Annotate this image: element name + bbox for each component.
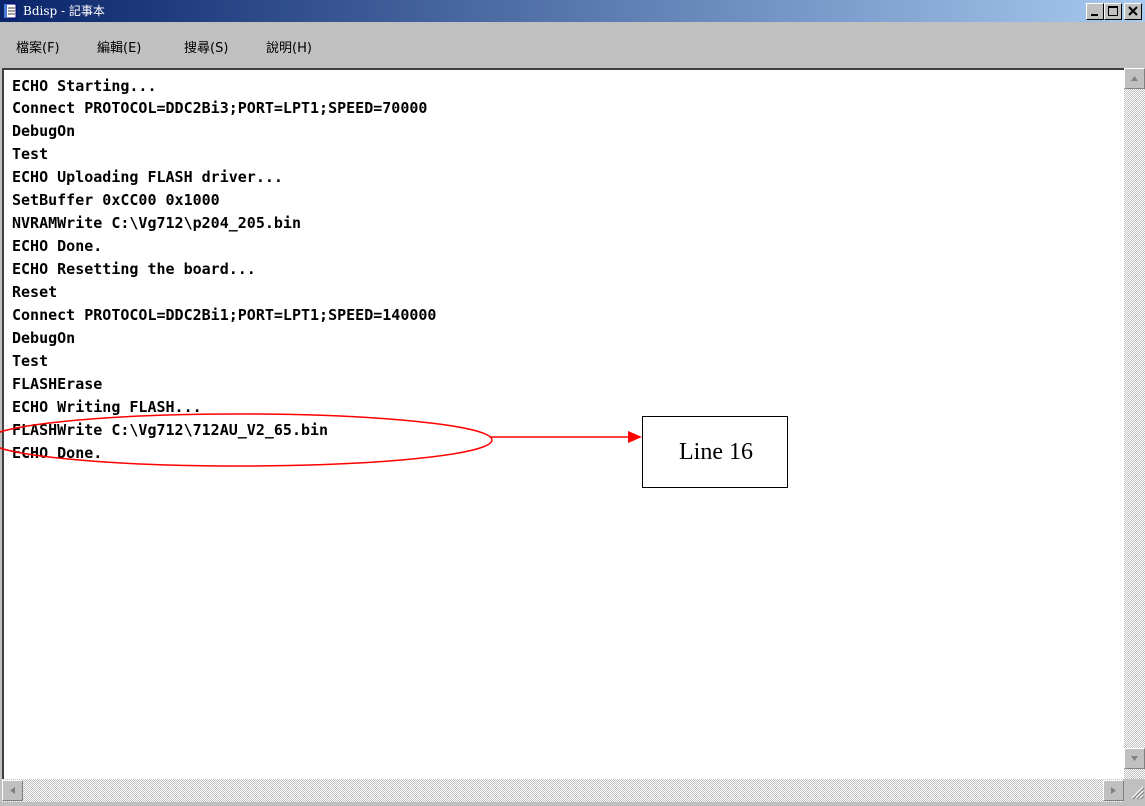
text-line: Connect PROTOCOL=DDC2Bi1;PORT=LPT1;SPEED…	[12, 306, 437, 324]
text-line: DebugOn	[12, 329, 76, 347]
text-line: Test	[12, 352, 49, 370]
scroll-right-button[interactable]	[1103, 780, 1124, 801]
text-line: ECHO Done.	[12, 444, 103, 462]
text-line: Reset	[12, 283, 58, 301]
arrow-right-icon	[1111, 787, 1116, 794]
close-button[interactable]	[1124, 3, 1142, 20]
title-bar[interactable]: Bdisp - 記事本	[0, 0, 1145, 22]
notepad-icon	[4, 3, 17, 19]
minimize-icon	[1091, 14, 1098, 16]
menu-search[interactable]: 搜尋(S)	[184, 40, 228, 58]
close-icon	[1128, 6, 1138, 16]
text-line: ECHO Writing FLASH...	[12, 398, 202, 416]
scroll-up-button[interactable]	[1124, 68, 1145, 89]
text-editor[interactable]: ECHO Starting... Connect PROTOCOL=DDC2Bi…	[2, 68, 1124, 779]
text-line: ECHO Starting...	[12, 77, 157, 95]
callout-box: Line 16	[642, 416, 788, 488]
text-line: SetBuffer 0xCC00 0x1000	[12, 191, 220, 209]
window-title: Bdisp - 記事本	[23, 4, 105, 18]
scroll-left-button[interactable]	[2, 780, 23, 801]
menu-edit[interactable]: 編輯(E)	[97, 40, 141, 58]
menu-file[interactable]: 檔案(F)	[16, 40, 60, 58]
horizontal-scrollbar[interactable]	[2, 779, 1124, 802]
menu-help[interactable]: 說明(H)	[266, 40, 312, 58]
resize-grip-icon	[1131, 786, 1145, 800]
scroll-down-button[interactable]	[1124, 748, 1145, 769]
text-line: FLASHErase	[12, 375, 103, 393]
text-line: DebugOn	[12, 122, 76, 140]
minimize-button[interactable]	[1086, 3, 1104, 20]
notepad-window: Bdisp - 記事本 檔案(F) 編輯(E) 搜尋(S) 說明(H) ECHO…	[0, 0, 1145, 802]
text-line: ECHO Uploading FLASH driver...	[12, 168, 283, 186]
text-line-16: FLASHWrite C:\Vg712\712AU_V2_65.bin	[12, 421, 329, 439]
callout-label: Line 16	[679, 439, 753, 465]
maximize-icon	[1108, 6, 1118, 16]
maximize-button[interactable]	[1104, 3, 1122, 20]
text-line: ECHO Done.	[12, 237, 103, 255]
menu-bar: 檔案(F) 編輯(E) 搜尋(S) 說明(H)	[0, 22, 1145, 68]
vertical-scrollbar[interactable]	[1124, 68, 1145, 779]
arrow-up-icon	[1131, 76, 1138, 81]
text-line: NVRAMWrite C:\Vg712\p204_205.bin	[12, 214, 301, 232]
text-line: Connect PROTOCOL=DDC2Bi3;PORT=LPT1;SPEED…	[12, 99, 428, 117]
text-line: Test	[12, 145, 49, 163]
size-grip[interactable]	[1124, 779, 1145, 802]
text-line: ECHO Resetting the board...	[12, 260, 256, 278]
arrow-left-icon	[10, 787, 15, 794]
arrow-down-icon	[1131, 756, 1138, 761]
